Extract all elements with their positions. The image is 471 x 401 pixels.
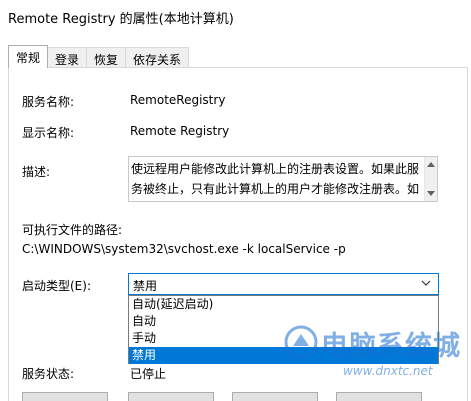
pause-button[interactable] [232,392,318,401]
tab-general[interactable]: 常规 [8,45,49,68]
exec-path-label: 可执行文件的路径: [22,223,123,237]
description-box[interactable]: 使远程用户能修改此计算机上的注册表设置。如果此服务被终止，只有此计算机上的用户才… [128,156,438,202]
tab-bar: 常规 登录 恢复 依存关系 [8,45,190,68]
startup-type-value: 禁用 [133,279,158,293]
tab-dependencies[interactable]: 依存关系 [125,47,190,68]
option-auto-delayed[interactable]: 自动(延迟启动) [129,296,438,313]
watermark-text: 电脑系统城 [321,331,461,362]
start-button[interactable] [22,392,108,401]
display-name-label: 显示名称: [22,126,75,140]
description-scrollbar[interactable] [424,157,437,201]
service-status-value: 已停止 [130,367,167,381]
service-name-label: 服务名称: [22,95,75,109]
watermark-logo-icon [284,325,318,359]
description-label: 描述: [22,165,51,179]
scroll-down-icon[interactable] [427,191,435,196]
watermark: 电脑系统城 www.dnxtc.net [283,322,469,382]
display-name-value: Remote Registry [130,124,230,138]
scroll-up-icon[interactable] [427,162,435,167]
startup-type-label: 启动类型(E): [22,279,91,293]
chevron-down-icon[interactable] [420,277,432,289]
stop-button[interactable] [128,392,214,401]
window-title: Remote Registry 的属性(本地计算机) [8,12,234,27]
service-status-label: 服务状态: [22,367,75,381]
tab-logon[interactable]: 登录 [47,47,88,68]
resume-button[interactable] [336,392,422,401]
exec-path-value: C:\WINDOWS\system32\svchost.exe -k local… [22,242,346,256]
startup-type-select[interactable]: 禁用 [128,273,439,295]
description-text: 使远程用户能修改此计算机上的注册表设置。如果此服务被终止，只有此计算机上的用户才… [131,162,420,196]
service-name-value: RemoteRegistry [130,93,226,107]
tab-recovery[interactable]: 恢复 [86,47,127,68]
watermark-url: www.dnxtc.net [343,364,433,378]
